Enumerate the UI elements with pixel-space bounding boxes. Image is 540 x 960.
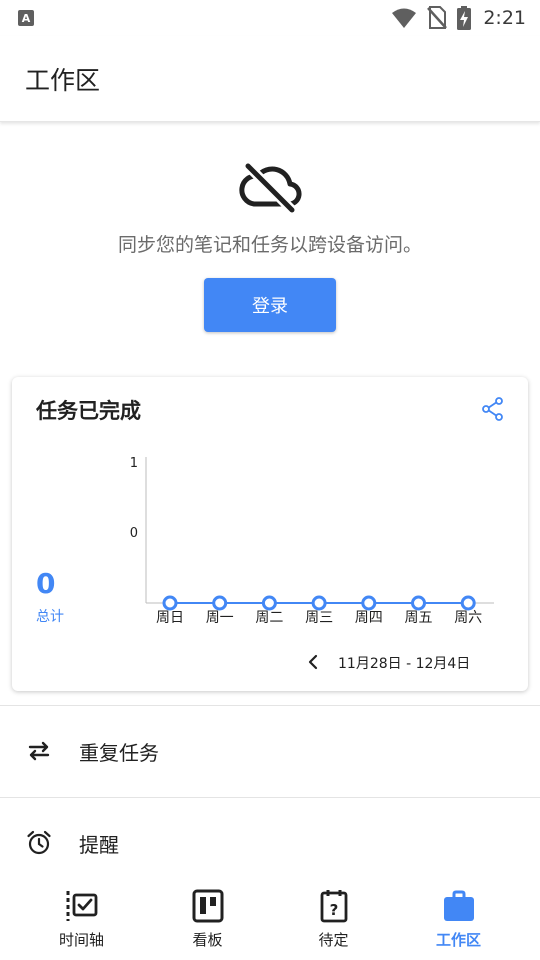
tasks-completed-chart: 1 0 周日 周一 周二 周三 周四 周五 周六 (130, 456, 494, 626)
list-item-label: 重复任务 (79, 740, 159, 765)
status-time: 2:21 (483, 7, 526, 29)
data-point (361, 595, 377, 611)
pending-icon: ? (320, 890, 347, 923)
x-tick-label: 周四 (355, 610, 383, 626)
data-point (460, 595, 476, 611)
tab-timeline[interactable]: 时间轴 (14, 872, 149, 960)
tasks-completed-card: 任务已完成 1 0 周日 周一 周二 周三 周四 周五 周六 0 总计 11月28日 - 12月… (12, 377, 528, 691)
alarm-icon (27, 830, 51, 855)
y-tick-label: 1 (130, 456, 138, 471)
status-bar: A 2:21 (0, 0, 540, 36)
tab-pending[interactable]: ? 待定 (266, 872, 401, 960)
data-point (162, 595, 178, 611)
list-item-label: 提醒 (79, 832, 119, 857)
login-button[interactable]: 登录 (204, 278, 336, 332)
data-point (411, 595, 426, 611)
x-tick-label: 周二 (255, 610, 283, 626)
svg-text:?: ? (329, 901, 338, 919)
x-tick-label: 周日 (156, 610, 184, 626)
date-range: 11月28日 - 12月4日 (338, 656, 471, 672)
tab-workspace[interactable]: 工作区 (391, 872, 526, 960)
sync-message: 同步您的笔记和任务以跨设备访问。 (117, 234, 422, 256)
x-tick-label: 周六 (454, 610, 482, 626)
cloud-off-icon (239, 162, 302, 214)
list-item-repeat-tasks[interactable]: 重复任务 (0, 706, 540, 796)
page-title: 工作区 (25, 65, 101, 95)
tab-label: 待定 (318, 931, 349, 949)
timeline-icon (66, 891, 97, 921)
repeat-icon (28, 741, 50, 761)
y-tick-label: 0 (130, 526, 138, 541)
data-point (261, 595, 277, 611)
tab-label: 时间轴 (58, 931, 104, 949)
tab-label: 工作区 (435, 931, 481, 949)
no-sim-icon (427, 6, 448, 29)
total-value: 0 (36, 567, 56, 600)
kanban-icon (192, 889, 223, 923)
x-tick-label: 周五 (405, 610, 433, 626)
app-bar: 工作区 (0, 36, 540, 122)
notification-app-icon: A (18, 10, 34, 26)
x-tick-label: 周三 (305, 610, 333, 626)
x-tick-label: 周一 (206, 610, 234, 626)
battery-charging-icon (457, 6, 472, 30)
chevron-left-icon[interactable] (306, 653, 322, 671)
wifi-icon (392, 8, 417, 28)
data-point (212, 595, 228, 611)
tab-label: 看板 (192, 931, 223, 949)
total-label: 总计 (36, 609, 64, 625)
data-point (311, 595, 327, 611)
workspace-icon (443, 890, 474, 921)
tab-kanban[interactable]: 看板 (140, 872, 275, 960)
bottom-navigation: 时间轴 看板 ? 待定 工作区 (0, 872, 540, 960)
